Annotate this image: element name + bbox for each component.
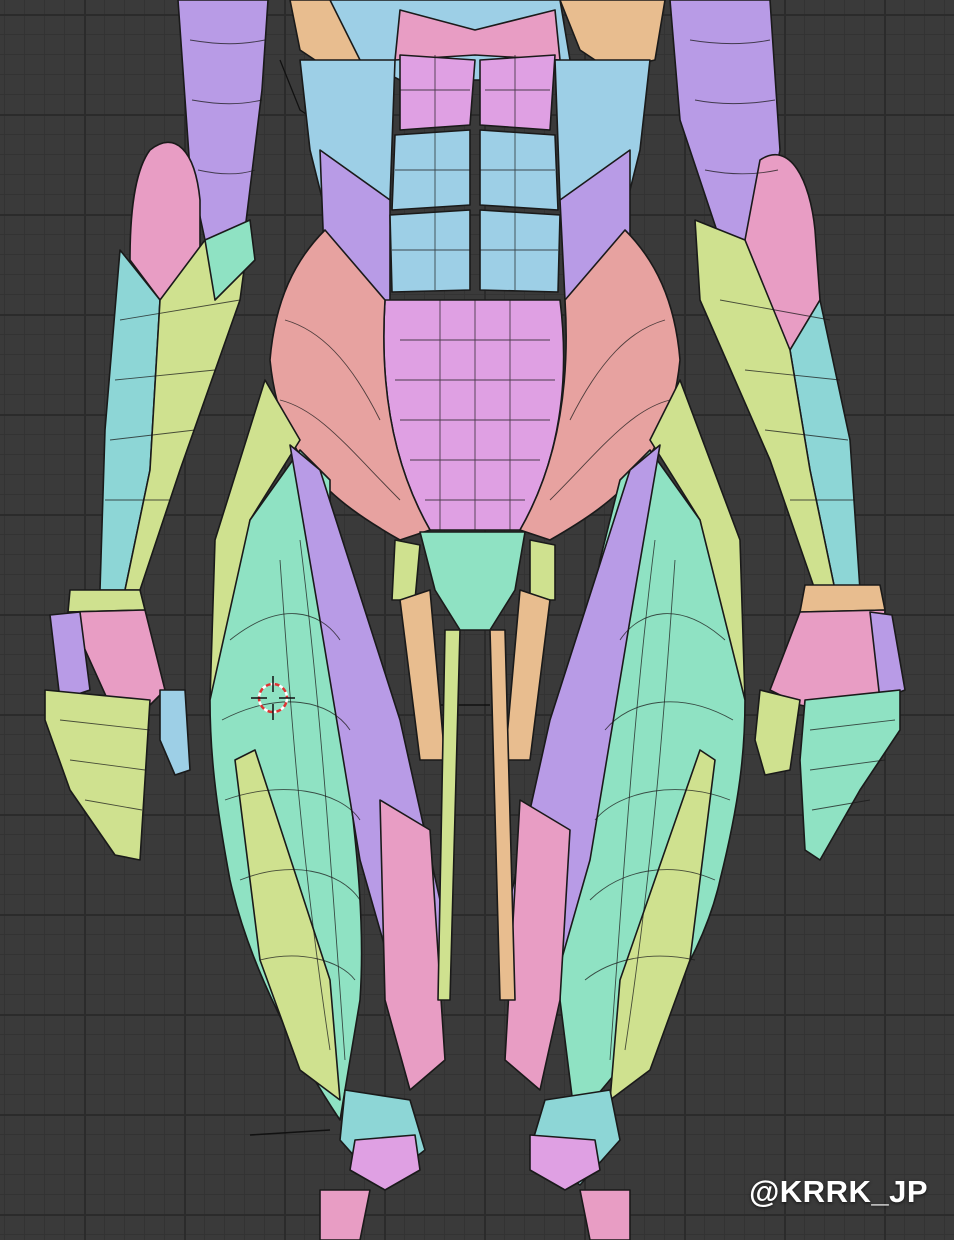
right-thumb [754,689,801,776]
ab-upper-left [399,54,476,131]
right-patella [529,1134,601,1191]
watermark: @KRRK_JP [749,1174,928,1209]
left-gracilis [437,629,461,1001]
right-adductor-b [504,589,551,761]
right-shin [579,1189,631,1240]
left-thumb [159,689,191,776]
ab-upper-right [479,54,556,131]
left-patella [349,1134,421,1191]
left-fingers [44,689,151,861]
anatomy-model [44,0,906,1240]
right-wrist-band [799,584,886,613]
ab-low-right [479,209,561,293]
left-adductor-b [399,589,446,761]
pelvis [419,531,526,631]
3d-viewport[interactable]: @KRRK_JP [0,0,954,1240]
left-inner-thigh [379,799,446,1091]
right-adductor-a [529,539,556,601]
left-shin [319,1189,371,1240]
left-wrist-band [67,589,146,613]
right-inner-thigh [504,799,571,1091]
left-adductor-a [391,539,421,601]
ab-low-left [389,209,471,293]
axis-line [249,1129,331,1136]
right-fingers [799,689,901,861]
